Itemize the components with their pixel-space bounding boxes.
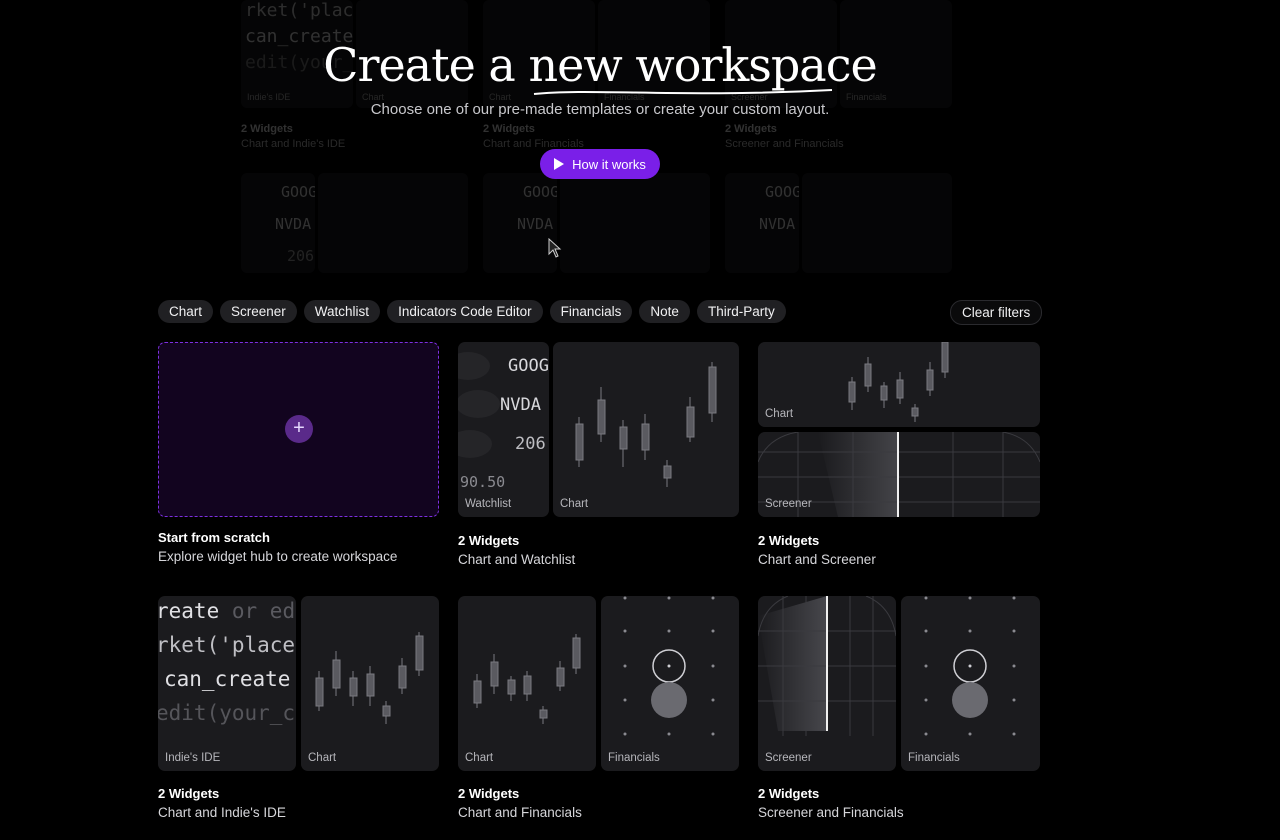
- watchlist-ticker: NVDA: [500, 395, 541, 415]
- filter-chip-screener[interactable]: Screener: [220, 300, 297, 323]
- bg-ticker: GOOG: [765, 183, 799, 201]
- bg-chart-pane: [560, 173, 710, 273]
- bg-card-subtitle: Chart and Indie's IDE: [241, 138, 346, 150]
- scratch-subtitle: Explore widget hub to create workspace: [158, 549, 398, 564]
- watchlist-ticker: 206.: [515, 434, 549, 454]
- template-title: 2 Widgets: [158, 786, 220, 801]
- filter-chip-financials[interactable]: Financials: [549, 300, 633, 323]
- bg-chart-pane: [802, 173, 952, 273]
- page-subtitle: Choose one of our pre-made templates or …: [370, 101, 830, 118]
- chart-pane: Chart: [458, 596, 596, 771]
- bg-watchlist-pane: GOOG NVDA: [725, 173, 799, 273]
- bg-watchlist-pane: GOOG NVDA: [483, 173, 557, 273]
- bg-ticker: NVDA: [275, 215, 312, 233]
- bg-ticker: NVDA: [517, 215, 554, 233]
- screener-pane: Screener: [758, 432, 1040, 517]
- chart-pane: Chart: [301, 596, 439, 771]
- start-from-scratch-card[interactable]: +: [158, 342, 439, 517]
- bg-ticker: GOOG: [281, 183, 315, 201]
- pane-label: Financials: [908, 752, 960, 764]
- plus-icon[interactable]: +: [285, 415, 313, 443]
- template-subtitle: Chart and Indie's IDE: [158, 805, 286, 820]
- bg-card-title: 2 Widgets: [725, 123, 777, 135]
- watchlist-pane: GOOG NVDA 206. 90.50 Watchlist: [458, 342, 549, 517]
- candlestick-chart: [473, 634, 581, 724]
- chart-pane: Chart: [758, 342, 1040, 427]
- pane-label: Chart: [560, 498, 589, 510]
- template-subtitle: Chart and Financials: [458, 805, 582, 820]
- bg-card-title: 2 Widgets: [241, 123, 293, 135]
- filter-chip-note[interactable]: Note: [639, 300, 690, 323]
- financials-pane: Financials: [901, 596, 1040, 771]
- bg-watchlist-pane: GOOG NVDA 206.: [241, 173, 315, 273]
- pane-label: Screener: [765, 498, 812, 510]
- pane-label: Screener: [765, 752, 812, 764]
- template-subtitle: Chart and Screener: [758, 552, 876, 567]
- pane-label: Watchlist: [465, 498, 512, 510]
- financials-dots: [924, 596, 1016, 736]
- template-subtitle: Chart and Watchlist: [458, 552, 576, 567]
- bg-card-title: 2 Widgets: [483, 123, 535, 135]
- screener-grid: [758, 596, 896, 736]
- pane-label: Chart: [465, 752, 494, 764]
- bg-ticker: GOOG: [523, 183, 557, 201]
- play-icon: [554, 158, 565, 170]
- bg-ticker: 206.: [287, 247, 315, 265]
- screener-pane: Screener: [758, 596, 896, 771]
- bg-card-subtitle: Screener and Financials: [725, 138, 844, 150]
- ide-pane: reate or ed rket('place can_create edit(…: [158, 596, 296, 771]
- watchlist-ticker: 90.50: [460, 473, 506, 491]
- financials-pane: Financials: [601, 596, 739, 771]
- mouse-cursor-icon: [548, 238, 562, 258]
- code-line: reate or ed: [158, 599, 295, 623]
- bg-code-line: rket('place: [245, 0, 353, 21]
- bg-ticker: NVDA: [759, 215, 796, 233]
- code-line: edit(your_c: [158, 701, 296, 725]
- filter-chip-watchlist[interactable]: Watchlist: [303, 300, 381, 323]
- pane-label: Chart: [308, 752, 337, 764]
- filter-bar: Chart Screener Watchlist Indicators Code…: [158, 300, 786, 323]
- template-title: 2 Widgets: [758, 533, 820, 548]
- template-title: 2 Widgets: [458, 786, 520, 801]
- pane-label: Financials: [608, 752, 660, 764]
- chart-pane: Chart: [553, 342, 739, 517]
- bg-financials-pane: [318, 173, 468, 273]
- code-line: can_create: [164, 667, 291, 691]
- pane-label: Chart: [765, 408, 794, 420]
- title-underline-stroke: [533, 89, 833, 95]
- template-title: 2 Widgets: [458, 533, 520, 548]
- candlestick-chart: [575, 362, 717, 487]
- template-subtitle: Screener and Financials: [758, 805, 904, 820]
- code-line: rket('place: [158, 633, 296, 657]
- code-token: or ed: [231, 599, 296, 623]
- clear-filters-button[interactable]: Clear filters: [950, 300, 1043, 325]
- how-it-works-label: How it works: [572, 156, 646, 172]
- how-it-works-button[interactable]: How it works: [540, 149, 660, 179]
- filter-chip-chart[interactable]: Chart: [158, 300, 214, 323]
- candlestick-chart: [315, 632, 424, 724]
- watchlist-ticker: GOOG: [508, 356, 549, 376]
- template-title: 2 Widgets: [758, 786, 820, 801]
- filter-chip-indicators-code-editor[interactable]: Indicators Code Editor: [387, 300, 543, 323]
- financials-dots: [623, 596, 715, 736]
- page-title: Create a new workspace: [323, 38, 877, 92]
- scratch-title: Start from scratch: [158, 530, 270, 545]
- pane-label: Indie's IDE: [165, 752, 221, 764]
- code-token: reate: [158, 599, 220, 623]
- filter-chip-third-party[interactable]: Third-Party: [696, 300, 786, 323]
- candlestick-chart: [848, 342, 949, 422]
